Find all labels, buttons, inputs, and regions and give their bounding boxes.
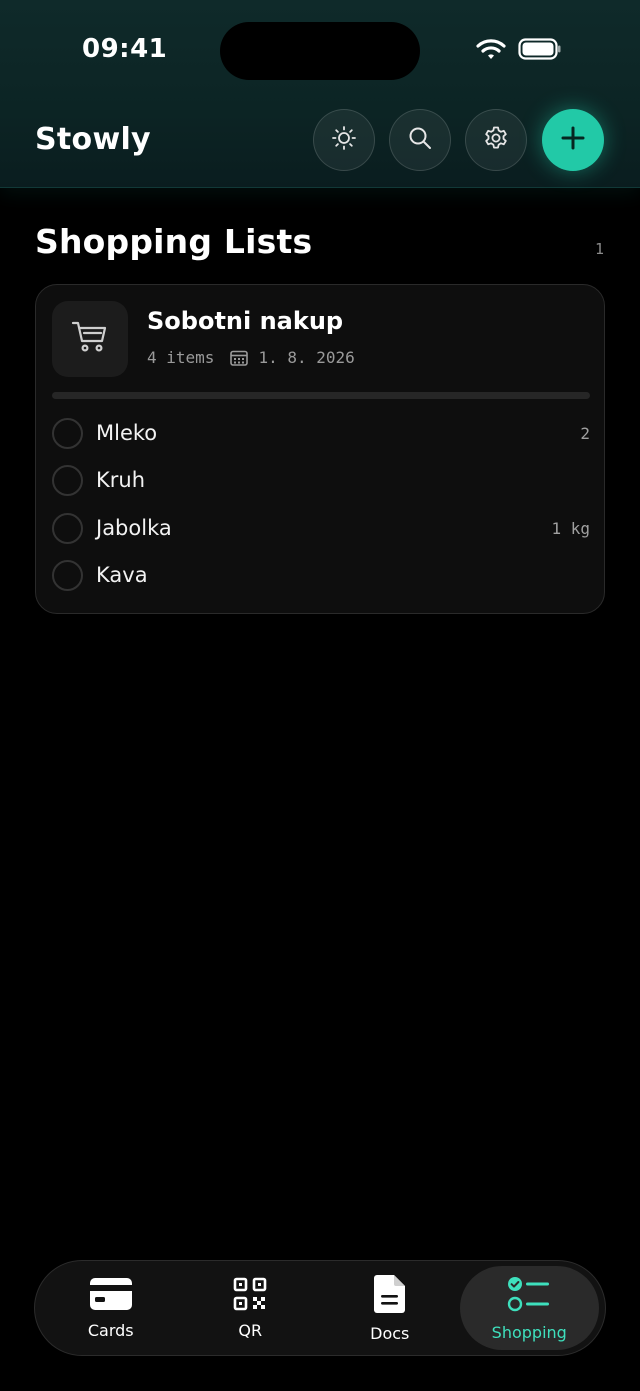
checklist-icon [507,1275,551,1317]
item-checkbox[interactable] [52,417,83,449]
plus-icon [559,124,587,156]
item-checkbox[interactable] [52,512,83,544]
items-count: 4 items [147,348,215,367]
document-icon [373,1274,406,1318]
calendar-icon [230,350,249,366]
list-item[interactable]: Kruh [52,462,590,498]
status-time: 09:41 [82,34,168,64]
list-date: 1. 8. 2026 [258,348,355,367]
status-icons [476,38,562,64]
item-quantity: 1 kg [551,518,590,538]
screen: 09:41 Stowly Shopping Lists 1 Sobotni na… [0,0,640,1391]
wifi-icon [476,38,506,64]
shopping-list-card[interactable]: Sobotni nakup 4 items 1. 8. 2026 Mleko 2… [35,284,605,614]
app-title: Stowly [35,122,151,157]
bottom-tab-bar: Cards QR Docs Shopping [34,1260,606,1356]
tab-label: Cards [87,1320,134,1340]
sun-icon [331,125,357,155]
settings-button[interactable] [465,109,527,171]
list-meta: 4 items 1. 8. 2026 [147,348,355,367]
list-name: Sobotni nakup [147,307,344,335]
card-icon [89,1277,133,1315]
qr-icon [233,1277,267,1315]
list-icon-tile [52,301,128,377]
tab-cards[interactable]: Cards [41,1266,181,1350]
theme-toggle-button[interactable] [313,109,375,171]
battery-icon [518,38,562,64]
item-checkbox[interactable] [52,464,83,496]
tab-qr[interactable]: QR [181,1266,321,1350]
header-area: 09:41 Stowly [0,0,640,188]
cart-icon [70,319,110,359]
item-checkbox[interactable] [52,559,83,591]
item-label: Kruh [96,468,146,492]
list-progress-bar [52,392,590,399]
list-item[interactable]: Mleko 2 [52,415,590,451]
tab-label: Docs [370,1323,410,1343]
dynamic-island [220,22,420,80]
section-count: 1 [594,240,604,258]
search-icon [407,125,433,155]
add-button[interactable] [542,109,604,171]
tab-docs[interactable]: Docs [320,1266,460,1350]
list-item[interactable]: Jabolka 1 kg [52,510,590,546]
item-label: Kava [96,563,148,587]
tab-shopping[interactable]: Shopping [459,1266,599,1350]
item-label: Jabolka [96,516,172,540]
item-quantity: 2 [580,423,590,443]
section-title: Shopping Lists [35,222,313,261]
list-item[interactable]: Kava [52,557,590,593]
item-label: Mleko [96,421,158,445]
tab-label: Shopping [491,1322,567,1342]
tab-label: QR [238,1320,263,1340]
gear-icon [483,125,509,155]
search-button[interactable] [389,109,451,171]
